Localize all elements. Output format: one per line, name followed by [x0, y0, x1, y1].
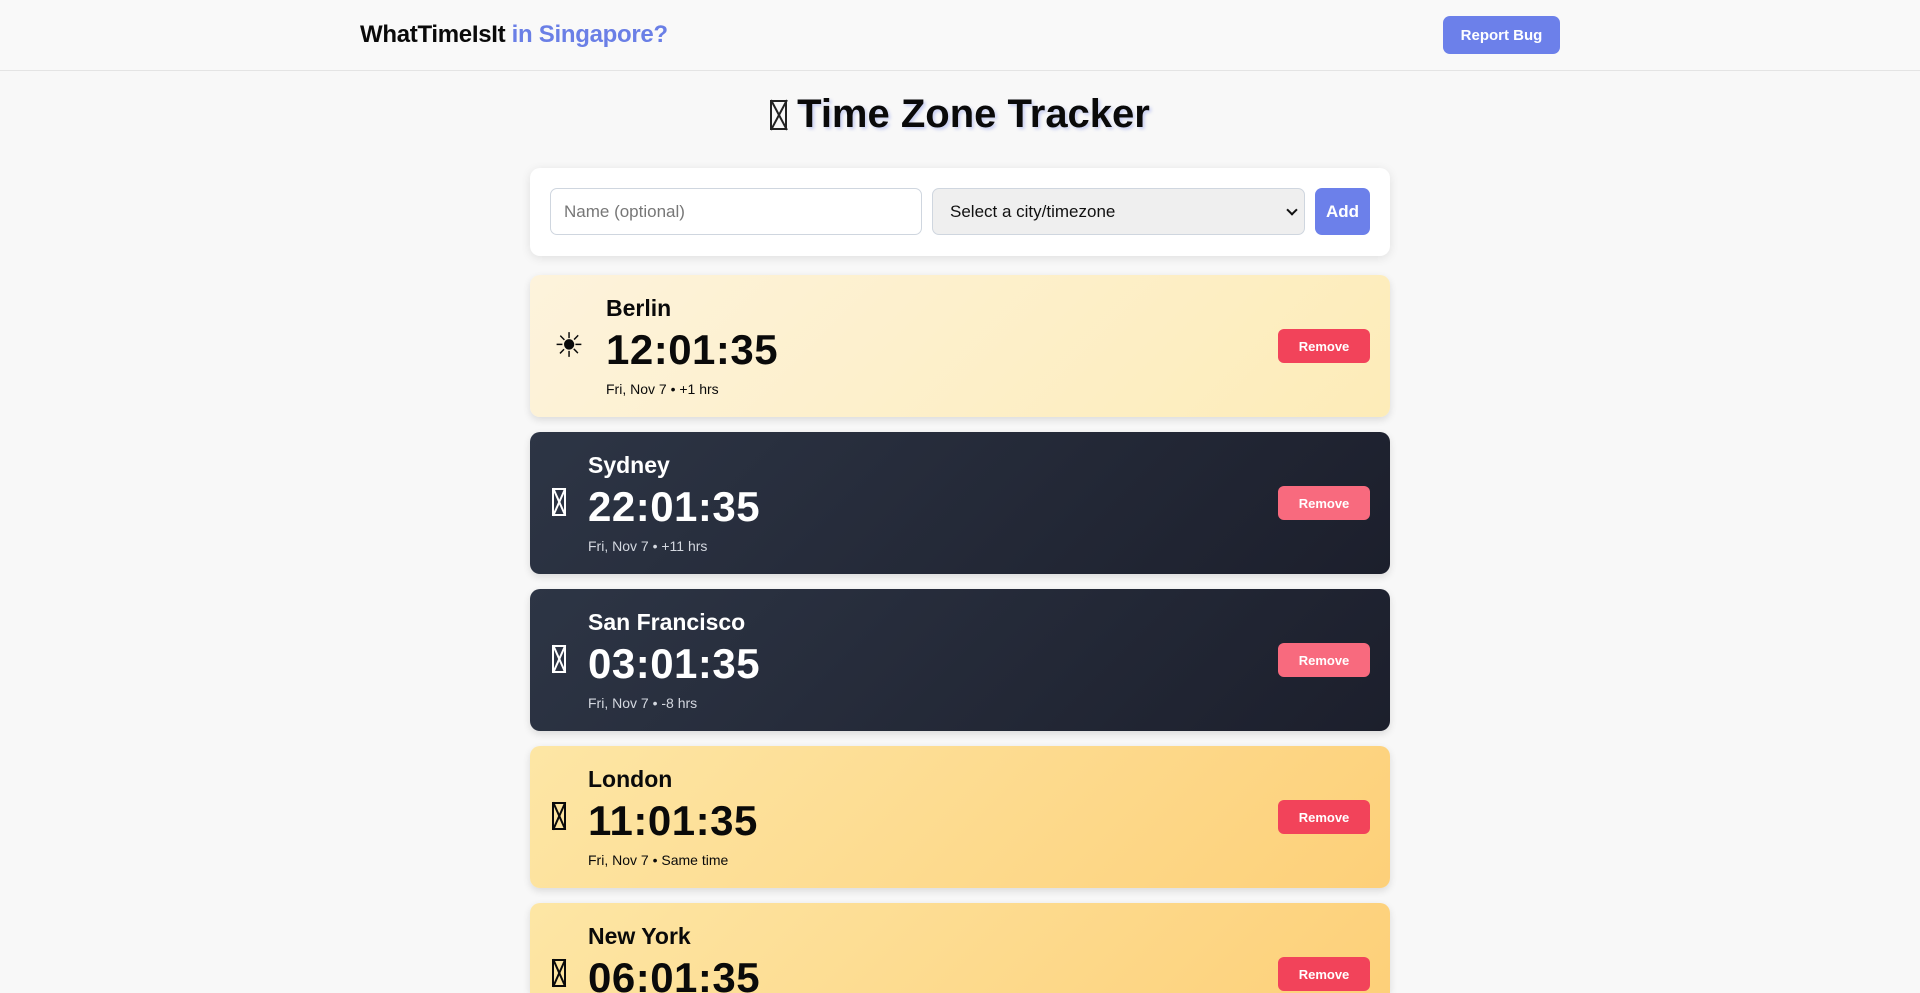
brand-logo[interactable]: WhatTimeIsIt in Singapore? [360, 20, 668, 50]
zone-info: Sydney 22:01:35 Fri, Nov 7 • +11 hrs [588, 451, 760, 555]
remove-button[interactable]: Remove [1278, 957, 1370, 991]
brand-name: WhatTimeIsIt [360, 21, 506, 48]
zone-info: London 11:01:35 Fri, Nov 7 • Same time [588, 765, 758, 869]
sun-icon: ☀ [553, 327, 585, 365]
report-bug-button[interactable]: Report Bug [1443, 16, 1560, 54]
missing-glyph-icon [770, 100, 788, 130]
zone-card-sydney: Sydney 22:01:35 Fri, Nov 7 • +11 hrs Rem… [530, 432, 1390, 574]
zone-meta: Fri, Nov 7 • +1 hrs [606, 381, 719, 397]
zone-time: 03:01:35 [588, 640, 761, 687]
zone-meta: Fri, Nov 7 • Same time [588, 852, 729, 868]
zone-time: 11:01:35 [588, 797, 758, 844]
chevron-down-icon [1286, 204, 1298, 216]
top-bar: WhatTimeIsIt in Singapore? Report Bug [0, 0, 1920, 71]
zone-card-san-francisco: San Francisco 03:01:35 Fri, Nov 7 • -8 h… [530, 589, 1390, 731]
name-input[interactable] [550, 188, 922, 235]
zone-city: Sydney [588, 452, 670, 478]
zone-city: San Francisco [588, 609, 746, 635]
remove-button[interactable]: Remove [1278, 643, 1370, 677]
zone-info: San Francisco 03:01:35 Fri, Nov 7 • -8 h… [588, 608, 760, 712]
page-title: Time Zone Tracker [0, 90, 1920, 138]
zone-time: 06:01:35 [588, 954, 761, 993]
add-timezone-card: Select a city/timezone Add [530, 168, 1390, 256]
zone-city: New York [588, 923, 691, 949]
missing-glyph-icon [552, 488, 566, 516]
zone-meta: Fri, Nov 7 • +11 hrs [588, 538, 708, 554]
zone-city: Berlin [606, 295, 672, 321]
zone-info: Berlin 12:01:35 Fri, Nov 7 • +1 hrs [606, 294, 778, 398]
zone-card-london: London 11:01:35 Fri, Nov 7 • Same time R… [530, 746, 1390, 888]
zone-info: New York 06:01:35 [588, 922, 760, 993]
missing-glyph-icon [552, 959, 566, 987]
remove-button[interactable]: Remove [1278, 329, 1370, 363]
zone-time: 12:01:35 [606, 326, 779, 373]
remove-button[interactable]: Remove [1278, 800, 1370, 834]
zone-card-new-york: New York 06:01:35 Remove [530, 903, 1390, 993]
zone-time: 22:01:35 [588, 483, 761, 530]
timezone-select[interactable]: Select a city/timezone [932, 188, 1305, 235]
missing-glyph-icon [552, 645, 566, 673]
remove-button[interactable]: Remove [1278, 486, 1370, 520]
brand-location: in Singapore? [505, 21, 668, 48]
zone-card-berlin: ☀ Berlin 12:01:35 Fri, Nov 7 • +1 hrs Re… [530, 275, 1390, 417]
add-button[interactable]: Add [1315, 188, 1370, 235]
zone-meta: Fri, Nov 7 • -8 hrs [588, 695, 698, 711]
page-title-text: Time Zone Tracker [797, 92, 1150, 136]
missing-glyph-icon [552, 802, 566, 830]
timezone-select-value: Select a city/timezone [950, 201, 1116, 221]
zone-city: London [588, 766, 673, 792]
